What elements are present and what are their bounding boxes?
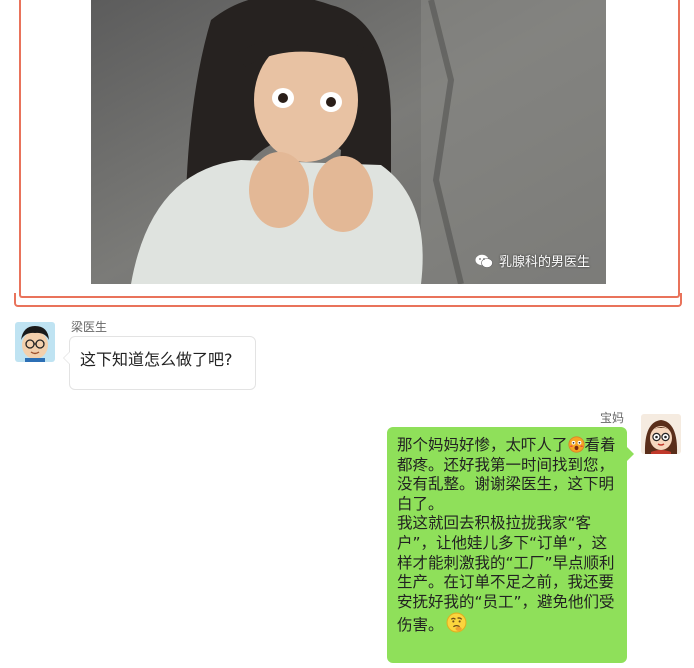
mom-avatar-icon [641,414,681,454]
mom-message-part-1a: 那个妈妈好惨，太吓人了 [397,436,568,454]
photo-watermark: 乳腺科的男医生 [475,251,590,270]
doctor-message-bubble[interactable]: 这下知道怎么做了吧? [63,336,256,390]
wechat-icon [475,254,493,268]
mom-message-paragraph-2: 我这就回去积极拉拢我家“客户”，让他娃儿多下“订单“，这样才能刺激我的“工厂”早… [397,514,617,636]
mom-avatar[interactable] [641,414,681,454]
mom-message-part-2: 我这就回去积极拉拢我家“客户”，让他娃儿多下“订单“，这样才能刺激我的“工厂”早… [397,514,615,635]
mom-message-bubble[interactable]: 那个妈妈好惨，太吓人了 看着都疼。还好我第一时间找到您，没有乱整。谢谢梁医生，这下… [387,427,634,663]
mom-name: 宝妈 [599,411,624,425]
doctor-message-text: 这下知道怎么做了吧? [80,350,233,369]
doctor-name: 梁医生 [71,320,108,334]
watermark-text: 乳腺科的男医生 [498,255,590,270]
doctor-avatar[interactable] [15,322,55,362]
image-frame-bottom [14,293,682,307]
doctor-avatar-icon [15,322,55,362]
frightened-emoji-icon [567,436,585,453]
meme-photo[interactable]: 乳腺科的男医生 [91,0,606,284]
mom-message-paragraph-1: 那个妈妈好惨，太吓人了 看着都疼。还好我第一时间找到您，没有乱整。谢谢梁医生，这下… [397,436,617,514]
photo-illustration [91,0,606,284]
thinking-emoji-icon [446,612,466,633]
